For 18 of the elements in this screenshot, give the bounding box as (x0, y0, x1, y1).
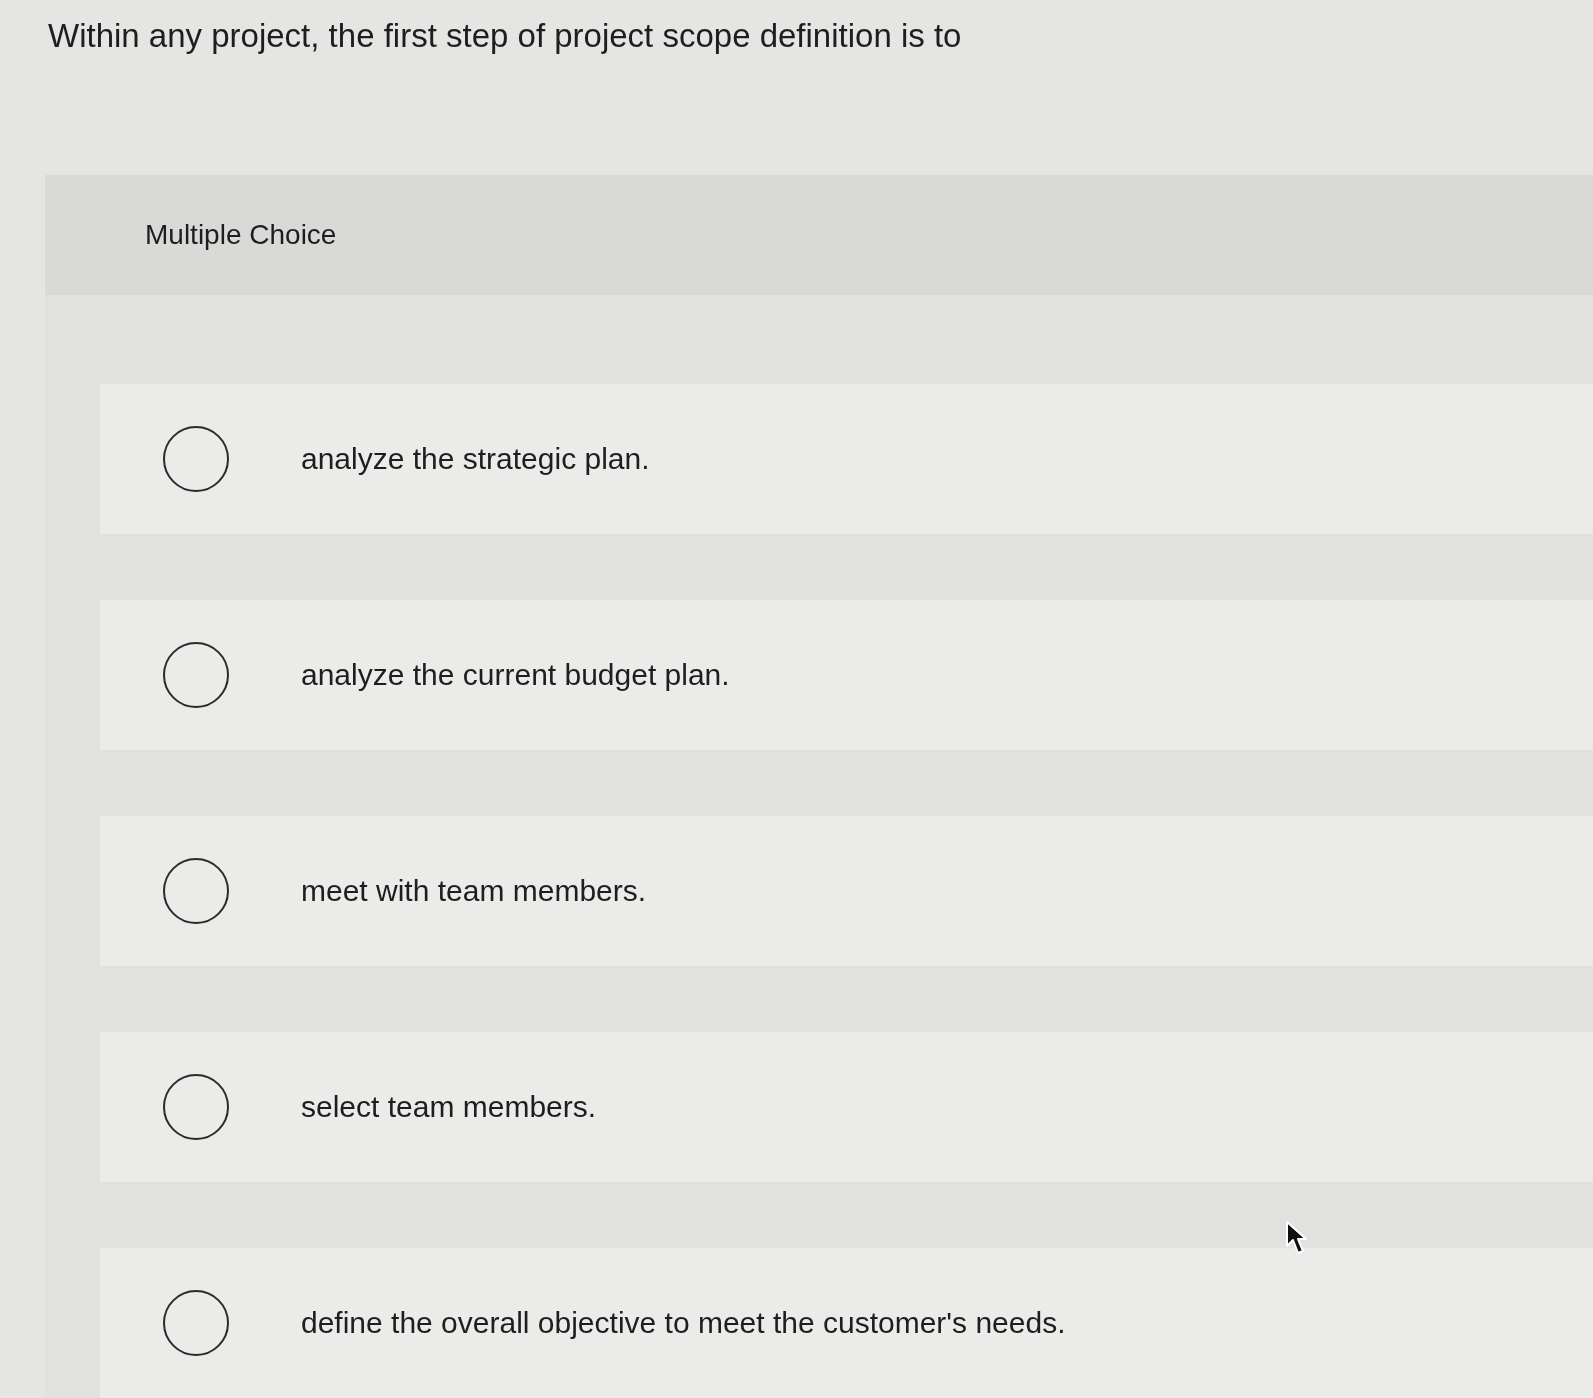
option-text: analyze the current budget plan. (301, 657, 730, 693)
option-text: define the overall objective to meet the customer's needs. (301, 1305, 1066, 1341)
answer-option[interactable]: select team members. (100, 1032, 1593, 1182)
answer-option[interactable]: analyze the strategic plan. (100, 384, 1593, 534)
answer-option[interactable]: analyze the current budget plan. (100, 600, 1593, 750)
cursor-icon (1285, 1220, 1307, 1256)
option-text: meet with team members. (301, 873, 647, 909)
radio-button[interactable] (163, 1074, 229, 1140)
radio-button[interactable] (163, 858, 229, 924)
question-text: Within any project, the first step of project scope definition is to (48, 16, 962, 56)
radio-button[interactable] (163, 426, 229, 492)
answer-option[interactable]: define the overall objective to meet the customer's needs. (100, 1248, 1593, 1398)
radio-button[interactable] (163, 642, 229, 708)
option-text: select team members. (301, 1089, 597, 1125)
radio-button[interactable] (163, 1290, 229, 1356)
option-text: analyze the strategic plan. (301, 441, 650, 477)
question-type-label: Multiple Choice (145, 218, 337, 252)
answer-option[interactable]: meet with team members. (100, 816, 1593, 966)
